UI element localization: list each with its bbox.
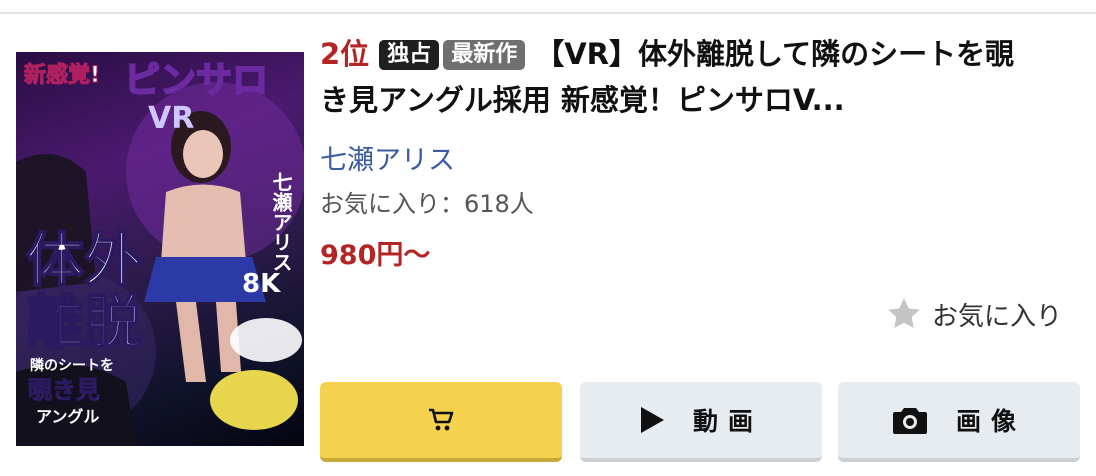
cover-sub-3: アングル [36,407,99,426]
title-line-1[interactable]: 2位 独占 最新作 【VR】体外離脱して隣のシートを覗 [320,34,1080,74]
top-divider [0,12,1096,14]
product-title-part-2[interactable]: き見アングル採用 新感覚！ピンサロV... [320,80,1080,120]
product-title-part-1[interactable]: 【VR】体外離脱して隣のシートを覗 [535,37,1014,71]
add-to-cart-button[interactable] [320,382,562,462]
video-button[interactable]: 動画 [580,382,822,462]
play-icon [640,407,664,433]
image-label: 画像 [955,407,1026,436]
price: 980円～ [320,240,431,271]
favorite-button-label: お気に入り [932,301,1063,332]
favorite-count: お気に入り：618人 [320,190,534,218]
exclusive-badge: 独占 [379,40,440,70]
cover-brand: ピンサロ [124,60,268,101]
image-button[interactable]: 画像 [838,382,1080,462]
cover-headline-top: 新感覚! [24,62,100,88]
star-icon [888,298,920,329]
cover-big-2: 離脱 [26,288,142,356]
video-label: 動画 [692,407,763,436]
cart-icon [429,408,454,431]
new-release-badge: 最新作 [443,40,526,70]
cover-vr: VR [148,101,194,136]
cover-big-1: 体外 [26,226,142,294]
product-thumbnail[interactable]: 新感覚! ピンサロ VR 体外 離脱 七瀬アリス 8K 隣のシートを 覗き見 ア… [16,52,304,446]
add-favorite-button[interactable]: お気に入り [884,294,1062,334]
cover-sub-1: 隣のシートを [30,357,114,374]
rank-label: 2位 [320,37,370,71]
cover-8k: 8K [242,269,281,299]
cover-sub-2: 覗き見 [28,376,100,404]
cover-vertical-name: 七瀬アリス [269,172,293,272]
camera-icon [892,408,927,434]
actress-link[interactable]: 七瀬アリス [320,138,455,177]
